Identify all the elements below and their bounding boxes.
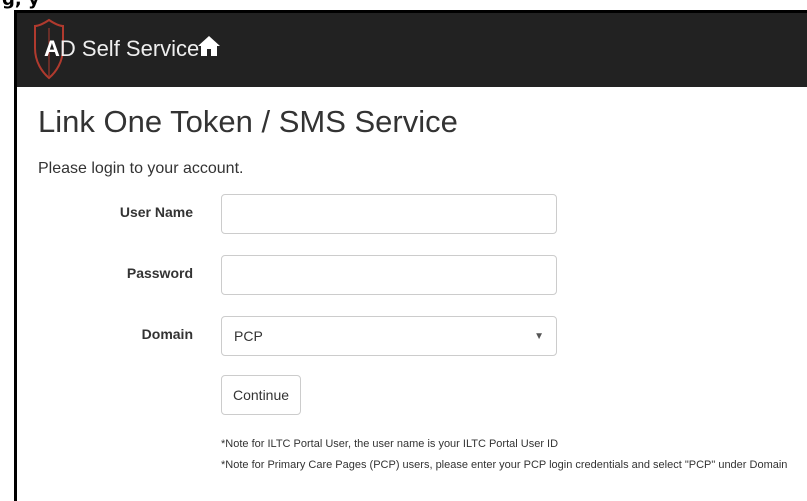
brand-link[interactable]: AD Self Service bbox=[44, 36, 199, 62]
cropped-text: g, y bbox=[2, 0, 40, 10]
navbar: AD Self Service bbox=[17, 10, 807, 87]
note-pcp: *Note for Primary Care Pages (PCP) users… bbox=[221, 459, 788, 471]
page-title: Link One Token / SMS Service bbox=[38, 104, 458, 139]
domain-selected-value: PCP bbox=[234, 328, 263, 344]
brand-initial: A bbox=[44, 36, 60, 61]
brand-text: D Self Service bbox=[59, 36, 200, 61]
username-input[interactable] bbox=[221, 194, 557, 234]
domain-select[interactable]: PCP ▼ bbox=[221, 316, 557, 356]
password-input[interactable] bbox=[221, 255, 557, 295]
continue-button[interactable]: Continue bbox=[221, 375, 302, 415]
page-subtitle: Please login to your account. bbox=[38, 160, 244, 177]
username-label: User Name bbox=[119, 204, 193, 220]
note-iltc: *Note for ILTC Portal User, the user nam… bbox=[221, 438, 559, 450]
domain-label: Domain bbox=[141, 326, 193, 342]
top-cropped-text-strip: g, y bbox=[0, 0, 807, 10]
chevron-down-icon: ▼ bbox=[534, 330, 544, 342]
home-icon[interactable] bbox=[197, 34, 221, 58]
password-label: Password bbox=[126, 265, 193, 281]
